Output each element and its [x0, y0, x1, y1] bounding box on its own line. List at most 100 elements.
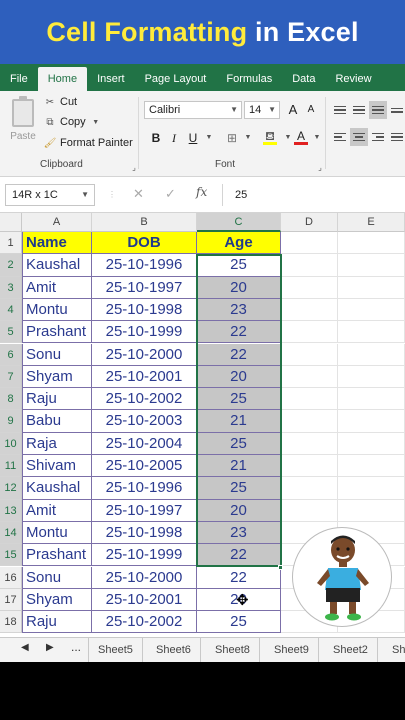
borders-dropdown[interactable]: ▼	[240, 129, 256, 147]
row-header[interactable]: 12	[0, 477, 22, 500]
sheet-tab-sheet5[interactable]: Sheet5	[88, 638, 143, 662]
cell-dob[interactable]: 25-10-1998	[92, 521, 197, 545]
align-middle-icon[interactable]	[350, 101, 368, 119]
sheet-tab-sheet9[interactable]: Sheet9	[265, 638, 319, 662]
cell-name[interactable]: Raju	[22, 611, 92, 634]
sheet-tab-overflow[interactable]: She	[383, 638, 405, 662]
cell-dob[interactable]: 25-10-2001	[92, 365, 197, 389]
more-icon[interactable]: ⋮	[108, 190, 116, 199]
name-box[interactable]: 14R x 1C ▼	[5, 184, 95, 206]
fill-handle[interactable]	[278, 564, 283, 570]
row-header[interactable]: 16	[0, 566, 22, 589]
italic-button[interactable]: I	[166, 129, 182, 147]
cell-name[interactable]: Babu	[22, 410, 92, 433]
empty-cell[interactable]	[338, 321, 405, 344]
font-name-select[interactable]: Calibri ▼	[144, 101, 242, 119]
sheet-next-icon[interactable]: ▶	[46, 642, 54, 653]
align-left-icon[interactable]	[331, 128, 349, 146]
cell-dob[interactable]: 25-10-1996	[92, 254, 197, 277]
cell-name[interactable]: Amit	[22, 499, 92, 522]
empty-cell[interactable]	[338, 232, 405, 255]
indent-icon[interactable]	[388, 128, 405, 146]
tab-review[interactable]: Review	[325, 67, 381, 91]
empty-cell[interactable]	[338, 254, 405, 277]
row-header[interactable]: 4	[0, 298, 22, 322]
row-header[interactable]: 7	[0, 365, 22, 389]
cell-dob[interactable]: 25-10-1999	[92, 321, 197, 344]
empty-cell[interactable]	[281, 254, 338, 277]
cell-age[interactable]: 23	[197, 521, 281, 545]
align-top-icon[interactable]	[331, 101, 349, 119]
header-cell-age[interactable]: Age	[197, 232, 281, 255]
empty-cell[interactable]	[281, 232, 338, 255]
empty-cell[interactable]	[338, 499, 405, 522]
cell-age[interactable]: 21	[197, 410, 281, 433]
column-header-c[interactable]: C	[197, 213, 281, 232]
underline-button[interactable]: U	[185, 129, 201, 147]
empty-cell[interactable]	[281, 298, 338, 322]
empty-cell[interactable]	[281, 410, 338, 433]
cell-name[interactable]: Sonu	[22, 343, 92, 366]
format-painter-button[interactable]: 🖌 Format Painter	[44, 137, 133, 149]
cell-age[interactable]: 20	[197, 499, 281, 522]
cell-age[interactable]: 25	[197, 388, 281, 411]
row-header[interactable]: 10	[0, 432, 22, 455]
tab-insert[interactable]: Insert	[87, 67, 135, 91]
row-header[interactable]: 1	[0, 232, 22, 255]
cut-button[interactable]: ✂ Cut	[44, 96, 77, 108]
align-center-icon[interactable]	[350, 128, 368, 146]
cell-age[interactable]: 22	[197, 321, 281, 344]
align-right-icon[interactable]	[369, 128, 387, 146]
cell-dob[interactable]: 25-10-2001	[92, 588, 197, 612]
cell-age[interactable]: 25	[197, 432, 281, 455]
cell-dob[interactable]: 25-10-1997	[92, 499, 197, 522]
column-header-a[interactable]: A	[22, 213, 92, 232]
row-header[interactable]: 14	[0, 521, 22, 545]
cell-name[interactable]: Prashant	[22, 321, 92, 344]
tab-formulas[interactable]: Formulas	[216, 67, 282, 91]
empty-cell[interactable]	[338, 432, 405, 455]
row-header[interactable]: 13	[0, 499, 22, 522]
cell-age[interactable]: 20	[197, 276, 281, 299]
cell-name[interactable]: Prashant	[22, 544, 92, 567]
row-header[interactable]: 6	[0, 343, 22, 366]
header-cell-dob[interactable]: DOB	[92, 232, 197, 255]
font-color-dropdown[interactable]: ▼	[309, 129, 325, 147]
cell-name[interactable]: Shyam	[22, 365, 92, 389]
sheet-prev-icon[interactable]: ◀	[21, 642, 29, 653]
select-all-corner[interactable]	[0, 213, 22, 232]
cell-name[interactable]: Montu	[22, 298, 92, 322]
cell-dob[interactable]: 25-10-2002	[92, 388, 197, 411]
empty-cell[interactable]	[338, 477, 405, 500]
empty-cell[interactable]	[338, 298, 405, 322]
empty-cell[interactable]	[281, 432, 338, 455]
cell-age[interactable]: 22	[197, 544, 281, 567]
empty-cell[interactable]	[281, 276, 338, 299]
row-header[interactable]: 18	[0, 611, 22, 634]
column-header-d[interactable]: D	[281, 213, 338, 232]
empty-cell[interactable]	[338, 388, 405, 411]
cell-dob[interactable]: 25-10-2004	[92, 432, 197, 455]
cell-name[interactable]: Raja	[22, 432, 92, 455]
insert-function-icon[interactable]: fx	[196, 185, 207, 199]
row-header[interactable]: 8	[0, 388, 22, 411]
align-bottom-icon[interactable]	[369, 101, 387, 119]
cell-name[interactable]: Raju	[22, 388, 92, 411]
cell-dob[interactable]: 25-10-2003	[92, 410, 197, 433]
sheet-tab-sheet6[interactable]: Sheet6	[147, 638, 201, 662]
cell-age[interactable]: 22	[197, 566, 281, 589]
row-header[interactable]: 5	[0, 321, 22, 344]
cell-dob[interactable]: 25-10-2000	[92, 566, 197, 589]
empty-cell[interactable]	[281, 477, 338, 500]
header-cell-name[interactable]: Name	[22, 232, 92, 255]
row-header[interactable]: 11	[0, 455, 22, 478]
sheet-more-button[interactable]: ...	[71, 640, 81, 654]
row-header[interactable]: 9	[0, 410, 22, 433]
cell-age[interactable]: 25	[197, 254, 281, 277]
cell-dob[interactable]: 25-10-1999	[92, 544, 197, 567]
cell-age[interactable]: 22	[197, 343, 281, 366]
sheet-tab-sheet2[interactable]: Sheet2	[324, 638, 378, 662]
borders-icon[interactable]: ⊞	[224, 129, 240, 147]
tab-data[interactable]: Data	[282, 67, 325, 91]
empty-cell[interactable]	[338, 455, 405, 478]
